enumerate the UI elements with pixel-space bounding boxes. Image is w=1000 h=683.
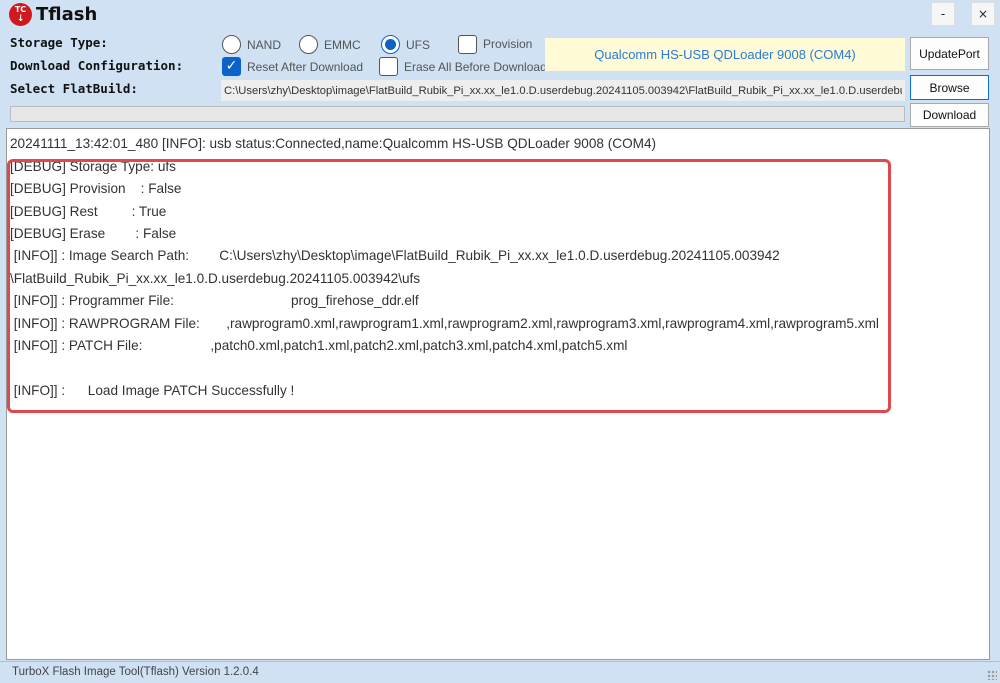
close-button[interactable]: ×	[971, 2, 995, 26]
update-port-button[interactable]: UpdatePort	[910, 37, 989, 70]
nand-label: NAND	[247, 38, 282, 52]
tflash-logo-icon: TC ↓	[9, 3, 32, 26]
storage-type-label: Storage Type:	[10, 35, 108, 50]
provision-label: Provision	[483, 37, 533, 51]
version-text: TurboX Flash Image Tool(Tflash) Version …	[12, 666, 259, 678]
nand-radio[interactable]	[222, 35, 241, 54]
app-title: Tflash	[36, 4, 98, 25]
emmc-label: EMMC	[324, 38, 361, 52]
download-button[interactable]: Download	[910, 103, 989, 127]
browse-button[interactable]: Browse	[910, 75, 989, 100]
highlight-box	[7, 159, 891, 413]
select-flatbuild-label: Select FlatBuild:	[10, 81, 138, 96]
resize-grip-icon[interactable]	[987, 670, 997, 680]
reset-after-download-checkbox[interactable]: ✓	[222, 57, 241, 76]
download-progress-bar	[10, 106, 905, 122]
emmc-radio[interactable]	[299, 35, 318, 54]
ufs-radio[interactable]	[381, 35, 400, 54]
title-bar: TC ↓ Tflash - ×	[0, 0, 1000, 30]
download-config-label: Download Configuration:	[10, 58, 184, 73]
status-bar: TurboX Flash Image Tool(Tflash) Version …	[0, 661, 1000, 683]
log-output[interactable]: 20241111_13:42:01_480 [INFO]: usb status…	[6, 128, 990, 660]
flatbuild-path-input[interactable]	[221, 80, 905, 101]
reset-after-download-label: Reset After Download	[247, 60, 364, 74]
erase-all-label: Erase All Before Download	[404, 60, 547, 74]
ufs-label: UFS	[406, 38, 430, 52]
minimize-button[interactable]: -	[931, 2, 955, 26]
erase-all-checkbox[interactable]	[379, 57, 398, 76]
port-status-display: Qualcomm HS-USB QDLoader 9008 (COM4)	[545, 38, 905, 71]
provision-checkbox[interactable]	[458, 35, 477, 54]
log-line: 20241111_13:42:01_480 [INFO]: usb status…	[10, 136, 657, 151]
